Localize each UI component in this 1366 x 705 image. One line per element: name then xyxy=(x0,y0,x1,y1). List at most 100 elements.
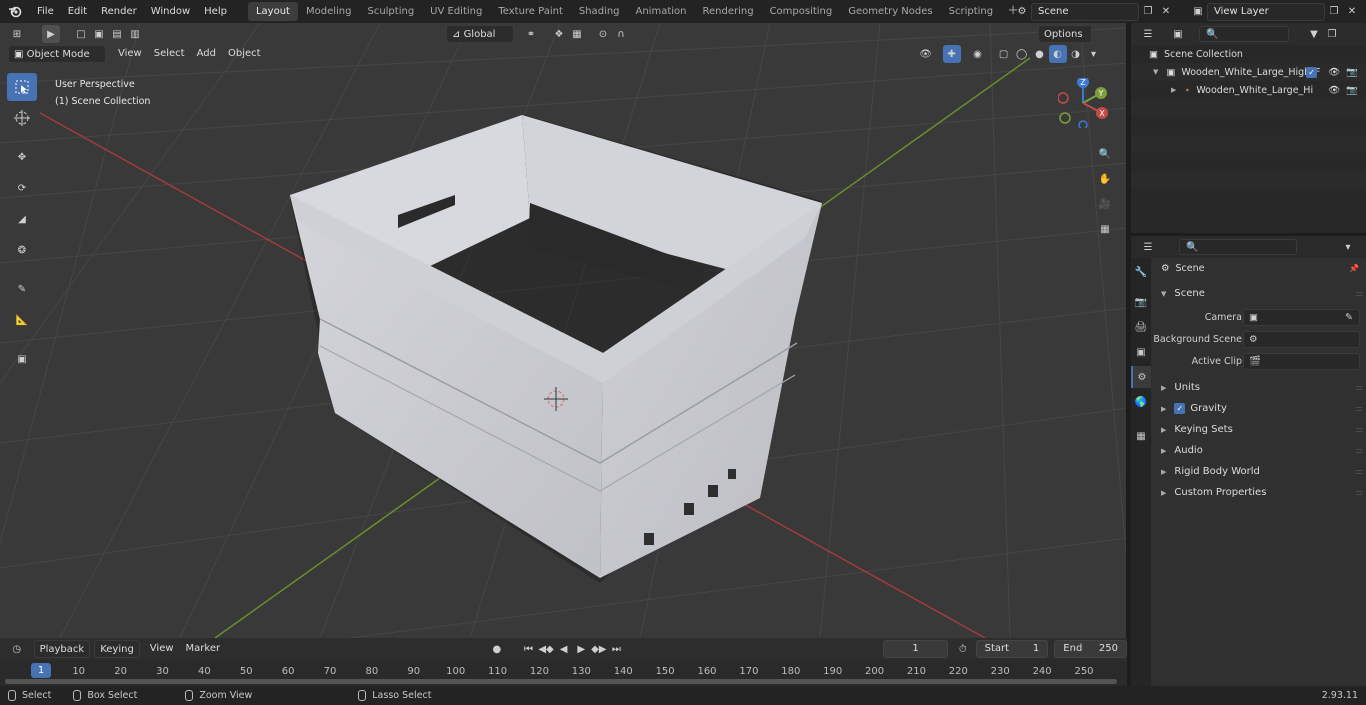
render-tab-icon[interactable]: 📷 xyxy=(1131,291,1151,313)
panel-rigid-body-world[interactable]: ▶ Rigid Body World :::: xyxy=(1153,461,1366,482)
prev-keyframe-icon[interactable]: ◀◆ xyxy=(537,640,555,658)
eyedropper-icon[interactable]: ✎ xyxy=(1345,312,1353,323)
snap-icon[interactable]: ❖ xyxy=(550,25,568,43)
navigation-gizmo[interactable]: Z Y X xyxy=(1058,78,1108,128)
eye-icon[interactable]: 👁 xyxy=(1328,67,1340,78)
transform-tool-icon[interactable]: ❂ xyxy=(7,236,37,264)
outliner-item-collection[interactable]: ▼ ▣ Wooden_White_Large_High_F ✓ 👁 📷 xyxy=(1131,63,1366,81)
tab-compositing[interactable]: Compositing xyxy=(762,2,841,21)
record-icon[interactable]: ● xyxy=(488,640,506,658)
transform-orientation-dropdown[interactable]: ⊿ Global xyxy=(446,25,514,43)
select-extend-icon[interactable]: ▣ xyxy=(90,25,108,43)
proportional-edit-icon[interactable]: ⊙ xyxy=(594,25,612,43)
tab-uv-editing[interactable]: UV Editing xyxy=(422,2,490,21)
eye-icon[interactable]: 👁 xyxy=(1328,85,1340,96)
zoom-icon[interactable]: 🔍 xyxy=(1094,143,1116,165)
camera-view-icon[interactable]: 🎥 xyxy=(1094,193,1116,215)
timeline-scrollbar[interactable] xyxy=(5,679,1117,684)
play-icon[interactable]: ▶ xyxy=(572,640,590,658)
pan-hand-icon[interactable]: ✋ xyxy=(1094,168,1116,190)
menu-file[interactable]: File xyxy=(30,0,61,23)
tab-modeling[interactable]: Modeling xyxy=(298,2,360,21)
ortho-grid-icon[interactable]: ▦ xyxy=(1094,218,1116,240)
scene-tab-icon[interactable]: ⚙ xyxy=(1131,366,1151,388)
select-box-tool-icon[interactable] xyxy=(7,73,37,101)
properties-options-icon[interactable]: ▾ xyxy=(1339,238,1357,256)
tab-animation[interactable]: Animation xyxy=(628,2,695,21)
panel-gravity[interactable]: ▶ ✓ Gravity :::: xyxy=(1153,398,1366,419)
panel-custom-properties[interactable]: ▶ Custom Properties :::: xyxy=(1153,482,1366,503)
panel-scene[interactable]: ▼ Scene :::: xyxy=(1153,283,1366,304)
tab-geometry-nodes[interactable]: Geometry Nodes xyxy=(840,2,940,21)
close-icon[interactable]: ✕ xyxy=(1157,3,1175,21)
pivot-point-icon[interactable]: ⚭ xyxy=(522,25,540,43)
viewport-menu-object[interactable]: Object xyxy=(222,45,267,63)
tab-rendering[interactable]: Rendering xyxy=(694,2,761,21)
outliner-item-object[interactable]: ▶ ⋆ Wooden_White_Large_Hi 👁 📷 xyxy=(1131,81,1366,99)
timeline-menu-keying[interactable]: Keying xyxy=(94,640,140,658)
current-frame-field[interactable]: 1 xyxy=(883,640,949,658)
timeline-menu-playback[interactable]: Playback xyxy=(33,640,91,658)
stopwatch-icon[interactable]: ⏱ xyxy=(954,640,972,658)
blender-logo-icon[interactable] xyxy=(0,0,30,23)
outliner-editor-type-icon[interactable]: ☰ xyxy=(1139,25,1157,43)
cursor-tool-icon[interactable] xyxy=(7,104,37,132)
scale-tool-icon[interactable]: ◢ xyxy=(7,205,37,233)
gizmo-neg-x[interactable] xyxy=(1058,92,1069,104)
options-dropdown[interactable]: Options xyxy=(1038,25,1092,43)
menu-edit[interactable]: Edit xyxy=(61,0,94,23)
gizmo-neg-y[interactable] xyxy=(1059,112,1071,124)
jump-start-icon[interactable]: ⏮ xyxy=(520,640,538,658)
wireframe-shading-icon[interactable]: ◯ xyxy=(1013,45,1031,63)
select-new-icon[interactable]: □ xyxy=(72,25,90,43)
camera-restrict-icon[interactable]: 📷 xyxy=(1346,67,1358,78)
outliner-search-input[interactable]: 🔍 xyxy=(1199,26,1289,42)
expand-right-icon[interactable]: ▶ xyxy=(1171,86,1176,94)
properties-editor-type-icon[interactable]: ☰ xyxy=(1139,238,1157,256)
select-subtract-icon[interactable]: ▤ xyxy=(108,25,126,43)
next-keyframe-icon[interactable]: ◆▶ xyxy=(590,640,608,658)
mode-dropdown[interactable]: ▣ Object Mode xyxy=(8,45,106,63)
panel-audio[interactable]: ▶ Audio :::: xyxy=(1153,440,1366,461)
tab-shading[interactable]: Shading xyxy=(571,2,628,21)
gravity-checkbox[interactable]: ✓ xyxy=(1174,403,1186,414)
copy-icon[interactable]: ❐ xyxy=(1325,3,1343,21)
gizmo-toggle-icon[interactable]: ✚ xyxy=(942,45,961,63)
view-layer-tab-icon[interactable]: ▣ xyxy=(1131,341,1151,363)
timeline-menu-view[interactable]: View xyxy=(144,640,180,658)
end-frame-field[interactable]: End 250 xyxy=(1054,640,1127,658)
exclude-checkbox[interactable]: ✓ xyxy=(1306,66,1318,78)
shading-options-icon[interactable]: ▾ xyxy=(1085,45,1103,63)
timeline-menu-marker[interactable]: Marker xyxy=(180,640,227,658)
viewport-menu-select[interactable]: Select xyxy=(148,45,191,63)
falloff-icon[interactable]: ∩ xyxy=(612,25,630,43)
viewport-menu-view[interactable]: View xyxy=(112,45,148,63)
start-frame-field[interactable]: Start 1 xyxy=(975,640,1049,658)
overlay-toggle-icon[interactable]: ◉ xyxy=(969,45,987,63)
material-shading-icon[interactable]: ◐ xyxy=(1048,45,1067,63)
3d-viewport[interactable]: ⊞ ▶ □ ▣ ▤ ▥ ⊿ Global ⚭ ❖ ▦ ⊙ ∩ Options ▣… xyxy=(0,23,1127,638)
view-layer-field[interactable]: View Layer xyxy=(1207,2,1325,21)
view-layer-icon[interactable]: ▣ xyxy=(1189,3,1207,21)
timeline-current-frame-marker[interactable]: 1 xyxy=(31,663,51,678)
measure-tool-icon[interactable]: 📐 xyxy=(7,306,37,334)
panel-keying-sets[interactable]: ▶ Keying Sets :::: xyxy=(1153,419,1366,440)
tab-scripting[interactable]: Scripting xyxy=(941,2,1001,21)
scene-name-field[interactable]: Scene xyxy=(1031,2,1139,21)
menu-window[interactable]: Window xyxy=(144,0,197,23)
move-tool-icon[interactable]: ✥ xyxy=(7,143,37,171)
display-mode-icon[interactable]: ▣ xyxy=(1169,25,1187,43)
copy-icon[interactable]: ❐ xyxy=(1139,3,1157,21)
menu-render[interactable]: Render xyxy=(94,0,144,23)
select-invert-icon[interactable]: ▥ xyxy=(126,25,144,43)
add-cube-tool-icon[interactable]: ▣ xyxy=(7,345,37,373)
viewport-menu-add[interactable]: Add xyxy=(191,45,222,63)
camera-field[interactable]: ▣ ✎ xyxy=(1243,309,1360,326)
tool-tab-icon[interactable]: 🔧 xyxy=(1131,261,1151,283)
close-icon[interactable]: ✕ xyxy=(1343,3,1361,21)
new-collection-icon[interactable]: ❐ xyxy=(1323,25,1341,43)
rotate-tool-icon[interactable]: ⟳ xyxy=(7,174,37,202)
snap-target-icon[interactable]: ▦ xyxy=(568,25,586,43)
select-tweak-icon[interactable]: ▶ xyxy=(42,25,60,43)
jump-end-icon[interactable]: ⏭ xyxy=(608,640,626,658)
